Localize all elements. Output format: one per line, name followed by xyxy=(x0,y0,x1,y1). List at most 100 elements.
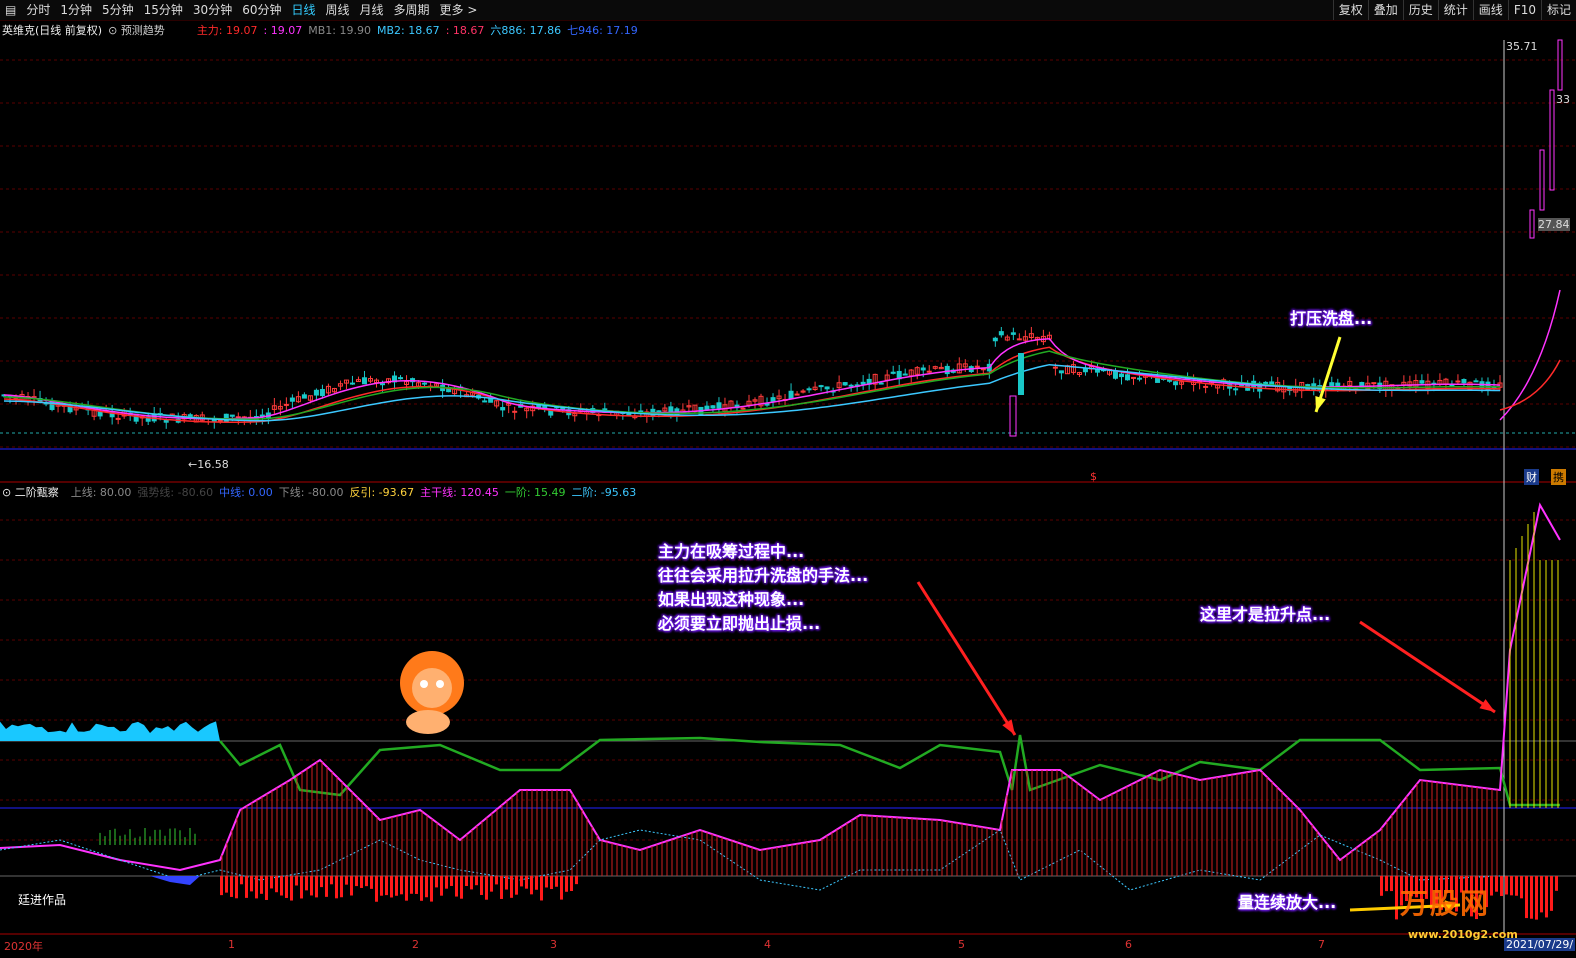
volume-bar xyxy=(1395,876,1398,920)
candle-body xyxy=(1137,377,1143,380)
volume-bar xyxy=(315,876,318,898)
lion-mascot-eye xyxy=(436,680,444,688)
candle-body xyxy=(548,410,554,416)
volume-bar xyxy=(525,876,528,889)
volume-bar xyxy=(1540,876,1543,913)
candle-body xyxy=(361,377,367,385)
candle-body xyxy=(710,405,716,409)
volume-bar xyxy=(1505,876,1508,895)
time-axis-year: 2020年 xyxy=(4,940,43,953)
volume-bar xyxy=(495,876,498,885)
volume-bar xyxy=(265,876,268,900)
volume-bar xyxy=(305,876,308,891)
candle-body xyxy=(97,411,103,417)
candle-body xyxy=(217,419,223,422)
candle-body xyxy=(1455,380,1461,383)
candle-body xyxy=(542,405,548,409)
rally-candle xyxy=(1549,89,1555,191)
volume-bar xyxy=(245,876,248,898)
annotation-rise-point: 这里才是拉升点... xyxy=(1200,605,1331,624)
candle-body xyxy=(1263,381,1269,385)
volume-bar xyxy=(510,876,513,898)
low-price-label: ←16.58 xyxy=(188,458,229,471)
annotation-line-1: 主力在吸筹过程中... xyxy=(658,542,805,561)
candle-body xyxy=(1419,380,1425,384)
volume-bar xyxy=(220,876,223,896)
time-axis-cursor-date: 2021/07/29/ xyxy=(1504,938,1576,951)
volume-bar xyxy=(325,876,328,897)
volume-bar xyxy=(375,876,378,902)
volume-bar xyxy=(1535,876,1538,920)
candle-body xyxy=(1203,385,1209,388)
volume-bar xyxy=(1530,876,1533,919)
author-label: 廷进作品 xyxy=(18,893,67,907)
candle-body xyxy=(1173,381,1179,386)
candle-body xyxy=(1082,367,1088,373)
volume-bar xyxy=(290,876,293,901)
arrow-washout-head xyxy=(1315,396,1326,412)
volume-bar xyxy=(560,876,563,900)
candle-body xyxy=(115,417,121,420)
volume-bar xyxy=(500,876,503,899)
watermark-url: www.2010g2.com xyxy=(1408,928,1518,941)
dividend-marker[interactable]: $ xyxy=(1090,470,1097,483)
volume-bar xyxy=(405,876,408,901)
candle-body xyxy=(512,410,518,413)
candle-body xyxy=(1052,366,1058,369)
candle-body xyxy=(1016,338,1022,341)
chart-canvas[interactable] xyxy=(0,0,1576,958)
volume-bar xyxy=(250,876,253,892)
volume-bar xyxy=(1510,876,1513,896)
annotation-line-4: 必须要立即抛出止损... xyxy=(658,614,821,633)
price-label-mid: 33 xyxy=(1556,93,1570,106)
annotation-volume: 量连续放大... xyxy=(1238,893,1337,912)
volume-bar xyxy=(295,876,298,886)
volume-bar xyxy=(575,876,578,885)
volume-bar xyxy=(225,876,228,893)
volume-bar xyxy=(1385,876,1388,892)
volume-bar xyxy=(390,876,393,898)
volume-bar xyxy=(320,876,323,888)
candle-body xyxy=(974,365,980,368)
candle-body xyxy=(163,419,169,423)
volume-bar xyxy=(1500,876,1503,897)
candle-body xyxy=(422,382,428,385)
volume-bar xyxy=(380,876,383,896)
ma-blue xyxy=(3,363,1500,422)
volume-bar xyxy=(1490,876,1493,896)
carry-badge[interactable]: 携 xyxy=(1551,469,1566,485)
candle-body xyxy=(235,416,241,419)
candle-body xyxy=(1233,388,1239,391)
candle-body xyxy=(716,402,722,409)
volume-bar xyxy=(285,876,288,898)
volume-bar xyxy=(435,876,438,888)
watermark-logo: 万股网 xyxy=(1400,887,1491,920)
volume-bar xyxy=(1520,876,1523,899)
candle-body xyxy=(806,388,812,391)
annotation-line-3: 如果出现这种现象... xyxy=(658,590,805,609)
rally-candle xyxy=(1529,209,1535,239)
volume-bar xyxy=(570,876,573,891)
candle-body xyxy=(1131,376,1137,379)
volume-bar xyxy=(1525,876,1528,919)
price-label-high: 35.71 xyxy=(1506,40,1538,53)
candle-body xyxy=(482,400,488,403)
volume-bar xyxy=(350,876,353,896)
volume-bar xyxy=(235,876,238,899)
volume-bar xyxy=(385,876,388,896)
volume-bar xyxy=(505,876,508,890)
arrow-left-to-peak-head xyxy=(1002,719,1015,735)
volume-bar xyxy=(465,876,468,886)
volume-bar xyxy=(1545,876,1548,918)
lion-mascot-body xyxy=(406,710,450,734)
time-axis-month-7: 7 xyxy=(1318,938,1325,951)
candle-body xyxy=(229,414,235,417)
volume-bar xyxy=(470,876,473,890)
sub-blue-area xyxy=(150,876,200,885)
candle-body xyxy=(740,407,746,410)
volume-bar xyxy=(480,876,483,895)
volume-bar xyxy=(255,876,258,899)
rally-candle xyxy=(1557,39,1563,91)
finance-badge[interactable]: 财 xyxy=(1524,469,1539,485)
volume-bar xyxy=(540,876,543,901)
